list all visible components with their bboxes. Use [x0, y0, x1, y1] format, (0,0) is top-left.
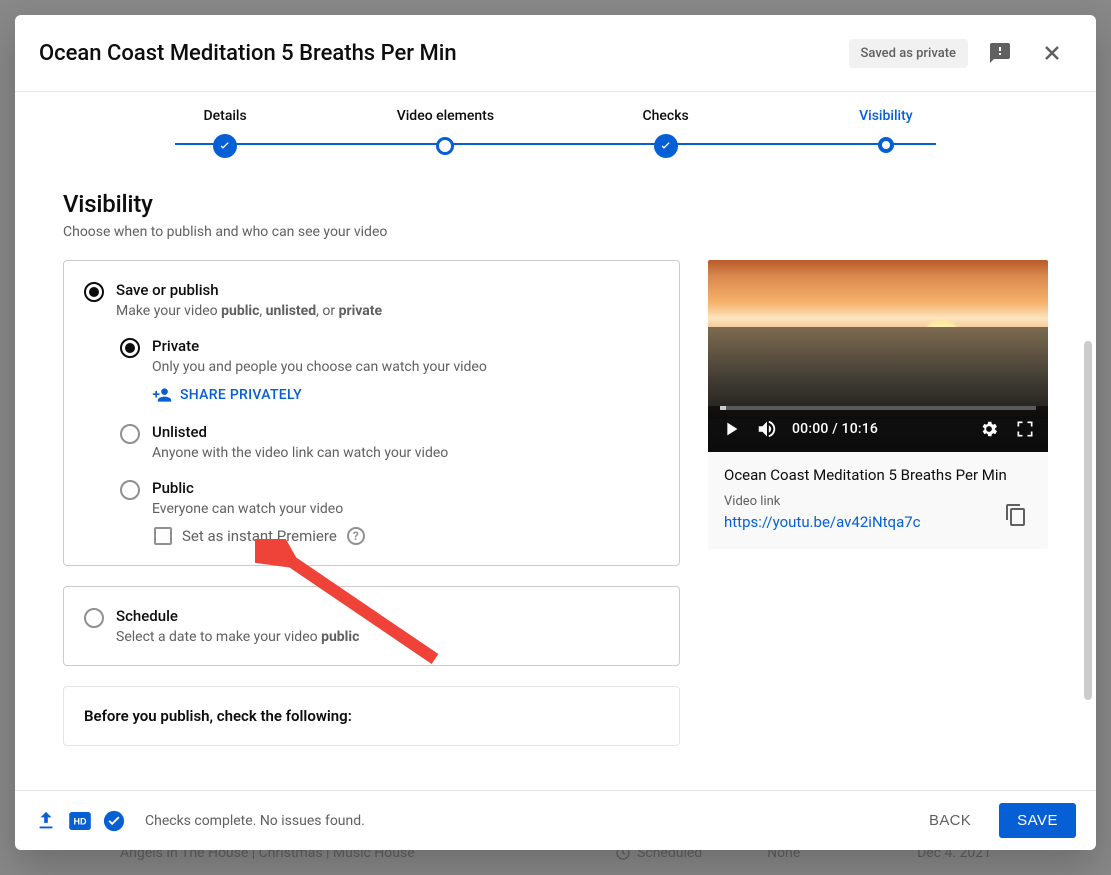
- save-publish-desc: Make your video public, unlisted, or pri…: [116, 303, 382, 319]
- step-visibility[interactable]: Visibility: [776, 108, 996, 158]
- scrollbar[interactable]: [1084, 341, 1092, 700]
- public-radio[interactable]: Public Everyone can watch your video Set…: [120, 479, 659, 545]
- save-button[interactable]: SAVE: [999, 803, 1076, 838]
- copy-link-button[interactable]: [1004, 503, 1032, 531]
- upload-icon: [35, 810, 57, 832]
- preview-panel: 00:00 / 10:16 Ocean Coast Meditation 5 B…: [708, 260, 1048, 549]
- step-video-elements[interactable]: Video elements: [335, 108, 555, 158]
- player-time: 00:00 / 10:16: [792, 421, 964, 437]
- section-subheading: Choose when to publish and who can see y…: [63, 224, 1048, 240]
- schedule-desc: Select a date to make your video public: [116, 629, 359, 645]
- public-desc: Everyone can watch your video: [152, 501, 365, 517]
- circle-active-icon: [878, 137, 894, 153]
- notice-card: Before you publish, check the following:: [63, 686, 680, 746]
- settings-button[interactable]: [978, 418, 1000, 440]
- unlisted-label: Unlisted: [152, 423, 448, 441]
- dialog-title: Ocean Coast Meditation 5 Breaths Per Min: [39, 41, 837, 66]
- step-details[interactable]: Details: [115, 108, 335, 158]
- close-icon: [1040, 41, 1064, 65]
- radio-checked-icon: [120, 338, 140, 358]
- step-checks[interactable]: Checks: [556, 108, 776, 158]
- check-circle-icon: [103, 810, 125, 832]
- feedback-button[interactable]: [980, 33, 1020, 73]
- public-label: Public: [152, 479, 365, 497]
- back-button[interactable]: BACK: [913, 804, 987, 837]
- volume-button[interactable]: [756, 418, 778, 440]
- radio-icon: [120, 424, 140, 444]
- check-circle-icon: [213, 134, 237, 158]
- notice-title: Before you publish, check the following:: [84, 707, 659, 725]
- help-icon[interactable]: ?: [347, 527, 365, 545]
- footer-status: Checks complete. No issues found.: [145, 813, 901, 829]
- stepper: Details Video elements Checks Visibility: [15, 92, 1096, 166]
- fullscreen-button[interactable]: [1014, 418, 1036, 440]
- private-radio[interactable]: Private Only you and people you choose c…: [120, 337, 659, 405]
- radio-icon: [84, 608, 104, 628]
- section-heading: Visibility: [63, 190, 1048, 218]
- save-publish-title: Save or publish: [116, 281, 382, 299]
- close-button[interactable]: [1032, 33, 1072, 73]
- dialog-footer: HD Checks complete. No issues found. BAC…: [15, 790, 1096, 850]
- check-circle-icon: [654, 134, 678, 158]
- share-privately-button[interactable]: SHARE PRIVATELY: [152, 385, 487, 405]
- progress-bar[interactable]: [720, 406, 1036, 410]
- schedule-card[interactable]: Schedule Select a date to make your vide…: [63, 586, 680, 666]
- feedback-icon: [988, 41, 1012, 65]
- video-player[interactable]: 00:00 / 10:16: [708, 260, 1048, 452]
- radio-checked-icon: [84, 282, 104, 302]
- premiere-row: Set as instant Premiere ?: [154, 527, 365, 545]
- player-controls: 00:00 / 10:16: [708, 406, 1048, 452]
- dialog-header: Ocean Coast Meditation 5 Breaths Per Min…: [15, 15, 1096, 92]
- unlisted-desc: Anyone with the video link can watch you…: [152, 445, 448, 461]
- unlisted-radio[interactable]: Unlisted Anyone with the video link can …: [120, 423, 659, 461]
- hd-badge-icon: HD: [69, 812, 91, 830]
- upload-dialog: Ocean Coast Meditation 5 Breaths Per Min…: [15, 15, 1096, 850]
- video-link-url[interactable]: https://youtu.be/av42iNtqa7c: [724, 513, 921, 531]
- saved-status-pill: Saved as private: [849, 39, 968, 68]
- svg-text:HD: HD: [74, 816, 87, 826]
- radio-icon: [120, 480, 140, 500]
- dialog-body: Visibility Choose when to publish and wh…: [15, 166, 1096, 790]
- copy-icon: [1004, 503, 1028, 527]
- private-label: Private: [152, 337, 487, 355]
- video-link-label: Video link: [724, 494, 921, 509]
- save-publish-card: Save or publish Make your video public, …: [63, 260, 680, 566]
- schedule-title: Schedule: [116, 607, 359, 625]
- person-add-icon: [152, 385, 172, 405]
- preview-video-title: Ocean Coast Meditation 5 Breaths Per Min: [724, 466, 1032, 484]
- premiere-checkbox[interactable]: [154, 527, 172, 545]
- circle-icon: [436, 137, 454, 155]
- premiere-label: Set as instant Premiere: [182, 527, 337, 545]
- private-desc: Only you and people you choose can watch…: [152, 359, 487, 375]
- play-button[interactable]: [720, 418, 742, 440]
- save-publish-radio[interactable]: Save or publish Make your video public, …: [84, 281, 659, 319]
